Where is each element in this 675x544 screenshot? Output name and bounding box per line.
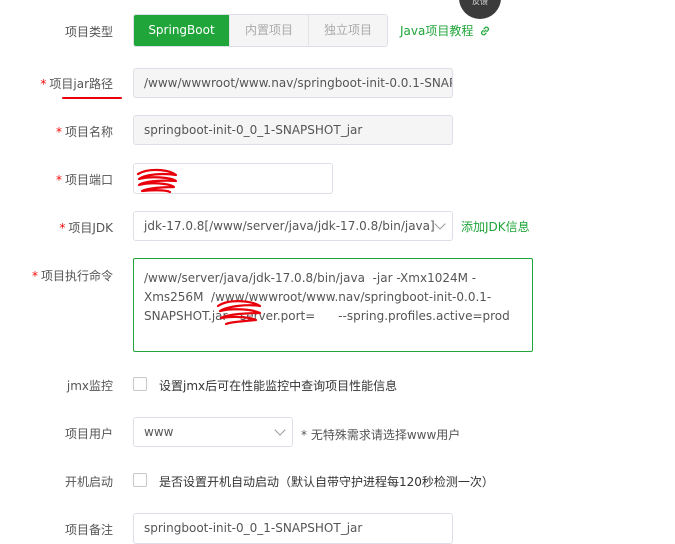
- command-label-text: 项目执行命令: [40, 269, 113, 283]
- jar-path-input[interactable]: /www/wwwroot/www.nav/springboot-init-0.0…: [133, 68, 453, 98]
- project-jdk-label-text: 项目JDK: [68, 221, 113, 235]
- jar-path-label-text: 项目jar路径: [49, 77, 113, 91]
- tab-springboot[interactable]: SpringBoot: [134, 15, 229, 46]
- command-label: * 项目执行命令: [32, 267, 113, 284]
- project-name-input[interactable]: springboot-init-0_0_1-SNAPSHOT_jar: [133, 115, 453, 145]
- link-icon: [481, 26, 490, 36]
- project-user-select-value: www: [144, 425, 174, 439]
- required-mark: *: [55, 125, 62, 139]
- autostart-label: 开机启动: [64, 475, 113, 489]
- command-textarea[interactable]: /www/server/java/jdk-17.0.8/bin/java -ja…: [133, 258, 533, 352]
- jmx-description: 设置jmx后可在性能监控中查询项目性能信息: [159, 379, 398, 393]
- required-mark: *: [31, 269, 38, 283]
- project-user-select[interactable]: www: [133, 417, 293, 447]
- java-tutorial-link-text: Java项目教程: [400, 24, 474, 38]
- jar-path-label: * 项目jar路径: [40, 75, 113, 92]
- tab-builtin-project[interactable]: 内置项目: [229, 15, 308, 46]
- autostart-checkbox[interactable]: [133, 473, 147, 487]
- project-jdk-select[interactable]: jdk-17.0.8[/www/server/java/jdk-17.0.8/b…: [133, 211, 453, 241]
- project-user-note: * 无特殊需求请选择www用户: [301, 428, 461, 442]
- project-jdk-label: * 项目JDK: [59, 219, 113, 236]
- autostart-description: 是否设置开机自动启动（默认自带守护进程每120秒检测一次）: [159, 475, 494, 489]
- project-type-tabs: SpringBoot 内置项目 独立项目: [133, 14, 388, 47]
- redaction-scribble: [136, 168, 178, 194]
- project-jdk-select-value: jdk-17.0.8[/www/server/java/jdk-17.0.8/b…: [144, 219, 435, 233]
- remark-label: 项目备注: [64, 523, 113, 537]
- feedback-float-button[interactable]: 反馈: [459, 0, 501, 19]
- feedback-float-label: 反馈: [472, 0, 488, 6]
- jmx-checkbox[interactable]: [133, 377, 147, 391]
- project-user-label: 项目用户: [64, 427, 113, 441]
- jmx-label: jmx监控: [66, 379, 113, 393]
- project-type-label: 项目类型: [64, 25, 113, 39]
- tab-standalone-project[interactable]: 独立项目: [308, 15, 387, 46]
- project-port-label-text: 项目端口: [64, 173, 113, 187]
- project-name-label: * 项目名称: [56, 123, 113, 140]
- redaction-scribble: [216, 300, 262, 326]
- remark-input[interactable]: springboot-init-0_0_1-SNAPSHOT_jar: [133, 513, 453, 544]
- project-port-label: * 项目端口: [56, 171, 113, 188]
- project-name-label-text: 项目名称: [64, 125, 113, 139]
- java-tutorial-link[interactable]: Java项目教程: [400, 22, 491, 39]
- jar-path-label-underline-annotation: [62, 97, 122, 99]
- required-mark: *: [55, 173, 62, 187]
- required-mark: *: [40, 77, 47, 91]
- add-jdk-link[interactable]: 添加JDK信息: [461, 218, 530, 235]
- required-mark: *: [59, 221, 66, 235]
